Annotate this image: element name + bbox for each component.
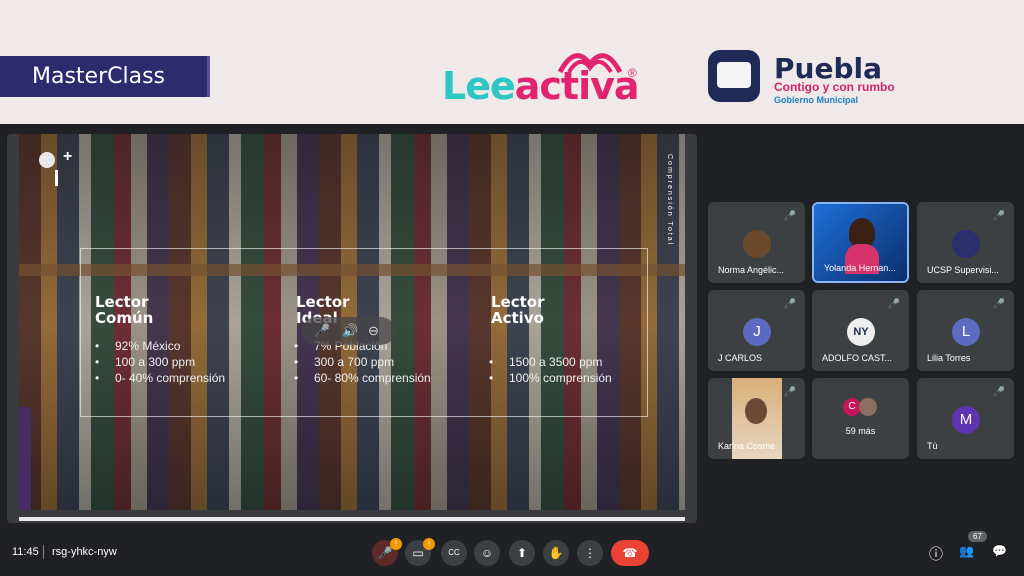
slide-dot [39, 152, 55, 168]
chat-icon[interactable]: 💬 [992, 544, 1007, 558]
presenter-mini-controls: 🎤 🔊 ⊖ [302, 317, 395, 345]
column-title-comun: Lector Común [95, 293, 154, 327]
leeactiva-logo: Leeactiva [442, 64, 640, 108]
mic-off-icon: 🎤 [992, 387, 1005, 398]
avatar [743, 230, 771, 258]
puebla-slogan: Contigo y con rumbo [774, 80, 895, 94]
meeting-toolbar: 11:45 rsg-yhkc-nyw 🎤 ! ▭ ! CC ☺ ⬆ ✋ ⋮ ☎ … [0, 527, 1024, 576]
list-item: • 0- 40% comprensión [95, 371, 226, 385]
avatar: M [952, 406, 980, 434]
end-call-button[interactable]: ☎ [611, 540, 649, 566]
participant-name: Karina Cosme [718, 441, 776, 451]
participant-tile[interactable]: J 🎤 J CARLOS [708, 290, 805, 371]
column-bullets-activo: • 1500 a 3500 ppm • 100% comprensión [489, 354, 612, 386]
list-item: • 60- 80% comprensión [294, 371, 431, 385]
participant-tile-more[interactable]: C 59 más [812, 378, 909, 459]
masterclass-label: MasterClass [32, 64, 166, 89]
list-item: • 92% México [95, 339, 181, 353]
present-button[interactable]: ⬆ [509, 540, 535, 566]
mic-off-icon: 🎤 [783, 299, 796, 310]
avatar: J [743, 318, 771, 346]
participant-tile-active[interactable]: Yolanda Hernan... [812, 202, 909, 283]
column-bullets-ideal: • 7% Población • 300 a 700 ppm • 60- 80% co… [294, 338, 431, 386]
mic-off-icon[interactable]: 🎤 [314, 323, 330, 339]
captions-button[interactable]: CC [441, 540, 467, 566]
slide-vertical-text: Comprensión Total [666, 154, 673, 247]
participant-name: J CARLOS [718, 353, 763, 363]
column-bullets-comun: • 92% México • 100 a 300 ppm • 0- 40% compr… [95, 338, 225, 386]
avatar [859, 398, 877, 416]
participant-tile[interactable]: 🎤 UCSP Supervisi... [917, 202, 1014, 283]
more-participants-label: 59 más [845, 426, 876, 436]
clock: 11:45 [12, 546, 39, 558]
minimize-icon[interactable]: ⊖ [368, 323, 379, 339]
list-item: • 100 a 300 ppm [95, 355, 196, 369]
participant-name: ADOLFO CAST... [822, 353, 893, 363]
participant-tile[interactable]: 🎤 Karina Cosme [708, 378, 805, 459]
divider [43, 545, 44, 559]
volume-icon[interactable]: 🔊 [342, 323, 358, 339]
masterclass-label-box: MasterClass [0, 56, 210, 97]
slide-plus-icon: + [63, 148, 73, 165]
avatar: NY [847, 318, 875, 346]
participant-name: Lilia Torres [927, 353, 971, 363]
participant-name: Norma Angélic... [718, 265, 785, 275]
slide-bar [55, 170, 58, 186]
list-item: • 1500 a 3500 ppm [489, 355, 603, 369]
participant-name: Yolanda Hernan... [824, 263, 896, 273]
mic-off-icon: 🎤 [887, 299, 900, 310]
people-icon[interactable]: 👥 [959, 544, 974, 558]
participant-tile[interactable]: 🎤 Norma Angélic... [708, 202, 805, 283]
mic-off-icon: 🎤 [992, 211, 1005, 222]
puebla-gobierno: Gobierno Municipal [774, 95, 859, 105]
warning-badge: ! [423, 538, 435, 550]
participant-tile-self[interactable]: M 🎤 Tú [917, 378, 1014, 459]
registered-mark: ® [628, 66, 637, 80]
header-banner: MasterClass Leeactiva ® Puebla Contigo y… [0, 0, 1024, 124]
avatar [952, 230, 980, 258]
info-icon[interactable]: ⓘ [929, 544, 943, 564]
people-count-badge: 67 [968, 531, 987, 542]
meeting-code: rsg-yhkc-nyw [52, 546, 117, 558]
mic-off-icon: 🎤 [783, 211, 796, 222]
mic-off-icon: 🎤 [783, 387, 796, 398]
participant-name: UCSP Supervisi... [927, 265, 999, 275]
presentation-progress [19, 517, 685, 521]
puebla-shield-icon [708, 50, 760, 102]
mic-off-icon: 🎤 [992, 299, 1005, 310]
warning-badge: ! [390, 538, 402, 550]
avatar: L [952, 318, 980, 346]
raise-hand-button[interactable]: ✋ [543, 540, 569, 566]
participant-tile[interactable]: L 🎤 Lilia Torres [917, 290, 1014, 371]
more-options-button[interactable]: ⋮ [577, 540, 603, 566]
participant-tile[interactable]: NY 🎤 ADOLFO CAST... [812, 290, 909, 371]
emoji-button[interactable]: ☺ [474, 540, 500, 566]
presentation-stage: + Comprensión Total Lector Común • 92% Mé… [7, 134, 697, 523]
list-item: • 100% comprensión [489, 371, 612, 385]
participant-name: Tú [927, 441, 938, 451]
list-item: • 300 a 700 ppm [294, 355, 395, 369]
slide-side-accent [19, 407, 31, 510]
participant-silhouette [745, 398, 767, 424]
column-title-activo: Lector Activo [491, 293, 545, 327]
